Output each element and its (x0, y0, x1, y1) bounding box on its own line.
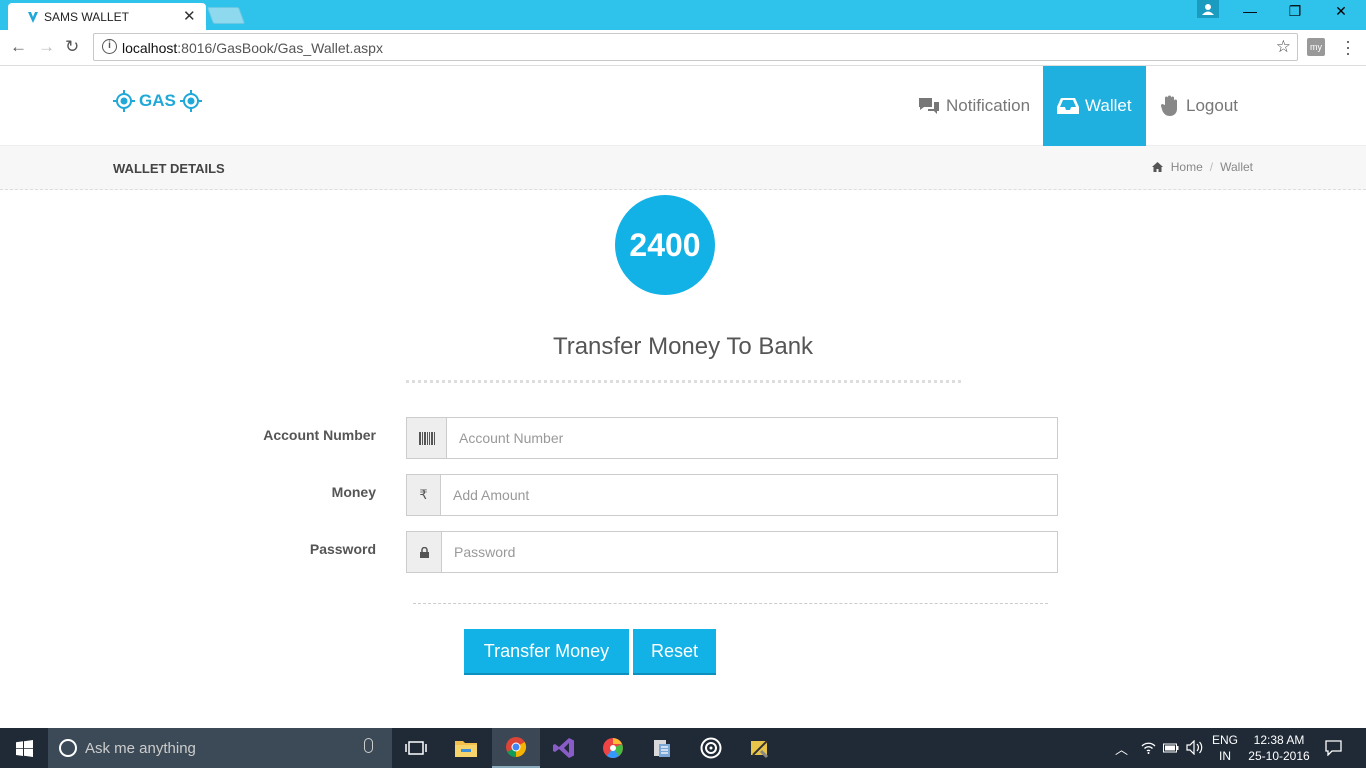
tab-title: SAMS WALLET (44, 10, 129, 24)
money-group: ₹ (406, 474, 1058, 516)
url-text[interactable]: localhost:8016/GasBook/Gas_Wallet.aspx (122, 40, 383, 56)
password-group (406, 531, 1058, 573)
windows-start-icon[interactable] (0, 728, 48, 768)
target-icon (179, 90, 202, 112)
tools-app-icon[interactable] (736, 728, 784, 768)
cortana-search[interactable]: Ask me anything (48, 728, 392, 768)
language-indicator[interactable]: ENG IN (1212, 732, 1238, 764)
user-profile-icon[interactable] (1197, 0, 1219, 18)
nav-notification-label: Notification (946, 96, 1031, 115)
sql-server-icon[interactable] (638, 728, 686, 768)
media-player-icon[interactable] (687, 728, 735, 768)
tab-close-icon[interactable]: ✕ (183, 7, 196, 25)
transfer-money-button[interactable]: Transfer Money (464, 629, 629, 675)
site-info-icon[interactable]: i (102, 39, 117, 54)
rupee-icon: ₹ (407, 475, 441, 515)
address-bar[interactable]: i localhost:8016/GasBook/Gas_Wallet.aspx… (93, 33, 1298, 61)
account-number-group (406, 417, 1058, 459)
breadcrumb: Home / Wallet (1151, 160, 1253, 174)
volume-icon[interactable] (1186, 740, 1203, 755)
picasa-icon[interactable] (589, 728, 637, 768)
reload-icon[interactable]: ↻ (65, 37, 79, 57)
task-view-icon[interactable] (392, 728, 440, 768)
cortana-icon (59, 739, 77, 757)
page-header-bar: WALLET DETAILS Home / Wallet (0, 146, 1366, 190)
divider (413, 603, 1048, 604)
extension-icon[interactable]: my (1307, 38, 1325, 56)
nav-wallet[interactable]: Wallet (1043, 66, 1146, 146)
new-tab-button[interactable] (206, 7, 246, 24)
clock[interactable]: 12:38 AM 25-10-2016 (1248, 732, 1310, 764)
home-icon (1151, 162, 1163, 172)
lock-icon (407, 532, 442, 572)
battery-icon[interactable] (1163, 742, 1179, 753)
nav-wallet-label: Wallet (1085, 96, 1132, 115)
page-title: WALLET DETAILS (113, 161, 225, 176)
forward-arrow-icon[interactable]: → (38, 37, 55, 57)
amount-input[interactable] (441, 475, 1057, 515)
nav-logout-label: Logout (1186, 96, 1238, 115)
nav-logout[interactable]: Logout (1160, 66, 1238, 146)
favicon-icon (28, 12, 38, 23)
section-title: Transfer Money To Bank (552, 333, 814, 360)
barcode-icon (407, 418, 447, 458)
breadcrumb-separator: / (1209, 160, 1214, 174)
site-header: GAS Notification Wallet Logout (0, 66, 1366, 146)
logo-text: GAS (139, 91, 176, 110)
clock-time: 12:38 AM (1253, 733, 1305, 747)
reset-button[interactable]: Reset (633, 629, 716, 675)
browser-tab[interactable]: SAMS WALLET ✕ (8, 3, 206, 30)
target-icon (113, 90, 135, 112)
cortana-placeholder: Ask me anything (85, 740, 196, 757)
hand-icon (1160, 95, 1177, 116)
account-number-input[interactable] (447, 418, 1057, 458)
clock-date: 25-10-2016 (1248, 749, 1310, 763)
nav-notification[interactable]: Notification (918, 66, 1030, 146)
visual-studio-icon[interactable] (540, 728, 588, 768)
microphone-icon[interactable] (364, 738, 373, 753)
minimize-icon[interactable]: — (1235, 3, 1265, 19)
account-number-label: Account Number (263, 427, 376, 443)
chrome-icon[interactable] (492, 728, 540, 768)
browser-menu-icon[interactable]: · · · (1345, 32, 1351, 62)
back-arrow-icon[interactable]: ← (10, 37, 27, 57)
bookmark-star-icon[interactable]: ☆ (1276, 37, 1291, 57)
browser-titlebar: SAMS WALLET ✕ — ❐ ✕ (0, 0, 1366, 30)
browser-toolbar: ← → ↻ i localhost:8016/GasBook/Gas_Walle… (0, 30, 1366, 66)
breadcrumb-home[interactable]: Home (1171, 160, 1203, 174)
action-center-icon[interactable] (1325, 740, 1342, 756)
wifi-icon[interactable] (1141, 741, 1156, 754)
comments-icon (919, 98, 939, 114)
file-explorer-icon[interactable] (442, 728, 490, 768)
password-label: Password (309, 541, 376, 557)
close-window-icon[interactable]: ✕ (1326, 3, 1356, 20)
taskbar: Ask me anything ︿ ENG IN 12:38 AM 25-10-… (0, 728, 1366, 768)
breadcrumb-current: Wallet (1220, 160, 1253, 174)
divider (406, 380, 961, 383)
password-input[interactable] (442, 532, 1057, 572)
restore-icon[interactable]: ❐ (1280, 3, 1310, 20)
wallet-balance: 2400 (615, 195, 715, 295)
show-hidden-icons[interactable]: ︿ (1115, 739, 1128, 758)
money-label: Money (331, 484, 376, 500)
logo[interactable]: GAS (113, 90, 202, 112)
inbox-icon (1057, 98, 1079, 114)
